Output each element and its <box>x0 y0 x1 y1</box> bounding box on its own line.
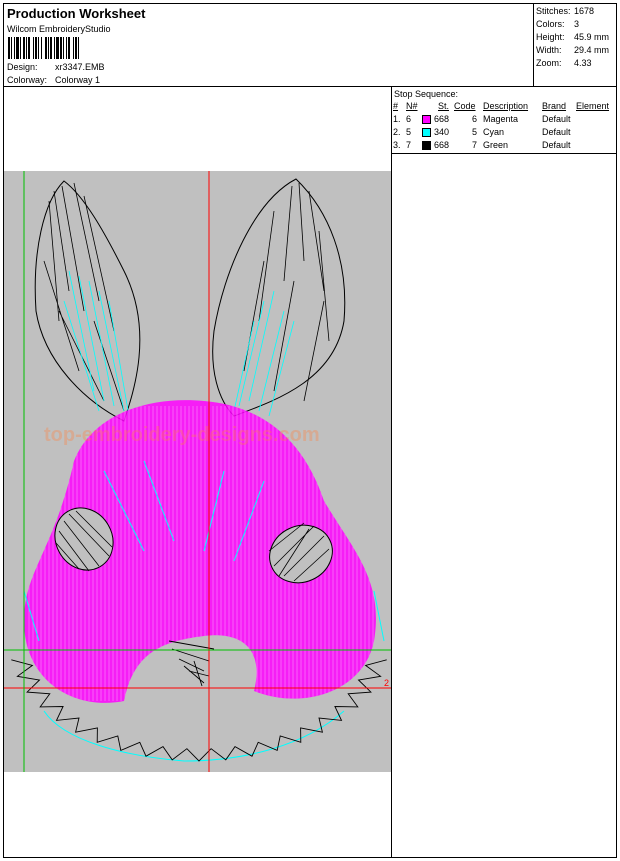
design-preview: 2 top-embroidery-designs.com <box>4 171 391 772</box>
stat-colors: Colors: 3 <box>536 19 579 29</box>
row3-color-swatch <box>422 141 431 150</box>
row3-num: 3. <box>393 140 401 150</box>
stat-label: Height: <box>536 32 565 42</box>
col-element: Element <box>576 101 610 111</box>
stop-sequence-panel: Stop Sequence: # N# St. Code Description… <box>392 87 617 154</box>
row2-description: Cyan <box>483 127 505 137</box>
page-title: Production Worksheet <box>7 6 146 21</box>
row3-brand: Default <box>542 140 571 150</box>
row2-n: 5 <box>406 127 412 137</box>
col-n: N# <box>406 101 418 111</box>
row2-brand: Default <box>542 127 571 137</box>
stat-stitches: Stitches: 1678 <box>536 6 594 16</box>
row1-num: 1. <box>393 114 401 124</box>
colorway-label: Colorway: <box>7 75 48 85</box>
stat-label: Zoom: <box>536 58 562 68</box>
row1-n: 6 <box>406 114 412 124</box>
stat-value: 4.33 <box>574 58 592 68</box>
row3-st: 668 <box>434 140 450 150</box>
stat-width: Width: 29.4 mm <box>536 45 609 55</box>
row1-code: 6 <box>472 114 478 124</box>
stats-panel: Stitches: 1678 Colors: 3 Height: 45.9 mm Wi… <box>533 3 617 87</box>
stat-value: 3 <box>574 19 580 29</box>
col-st: St. <box>438 101 450 111</box>
row2-code: 5 <box>472 127 478 137</box>
stat-value: 45.9 mm <box>574 32 610 42</box>
col-description: Description <box>483 101 529 111</box>
row2-num: 2. <box>393 127 401 137</box>
stop-sequence-title: Stop Sequence: <box>394 89 459 99</box>
colorway-row: Colorway: Colorway 1 <box>7 75 100 85</box>
stat-label: Width: <box>536 45 562 55</box>
stat-label: Colors: <box>536 19 565 29</box>
row2-color-swatch <box>422 128 431 137</box>
colorway-value: Colorway 1 <box>55 75 101 85</box>
design-label: Design: <box>7 62 38 72</box>
row1-color-swatch <box>422 115 431 124</box>
barcode <box>8 37 79 59</box>
col-num: # <box>393 101 399 111</box>
design-value: xr3347.EMB <box>55 62 105 72</box>
row1-description: Magenta <box>483 114 519 124</box>
row3-n: 7 <box>406 140 412 150</box>
watermark: top-embroidery-designs.com <box>44 424 320 446</box>
header-panel: Production Worksheet Wilcom EmbroiderySt… <box>3 3 534 87</box>
stat-value: 29.4 mm <box>574 45 610 55</box>
row3-code: 7 <box>472 140 478 150</box>
stat-value: 1678 <box>574 6 595 16</box>
stat-label: Stitches: <box>536 6 571 16</box>
row2-st: 340 <box>434 127 450 137</box>
col-code: Code <box>454 101 476 111</box>
row1-st: 668 <box>434 114 450 124</box>
row3-description: Green <box>483 140 509 150</box>
software-name: Wilcom EmbroideryStudio <box>7 24 111 34</box>
design-row: Design: xr3347.EMB <box>7 62 105 72</box>
row1-brand: Default <box>542 114 571 124</box>
stat-height: Height: 45.9 mm <box>536 32 609 42</box>
marker-label: 2 <box>384 678 389 688</box>
col-brand: Brand <box>542 101 567 111</box>
stat-zoom: Zoom: 4.33 <box>536 58 592 68</box>
